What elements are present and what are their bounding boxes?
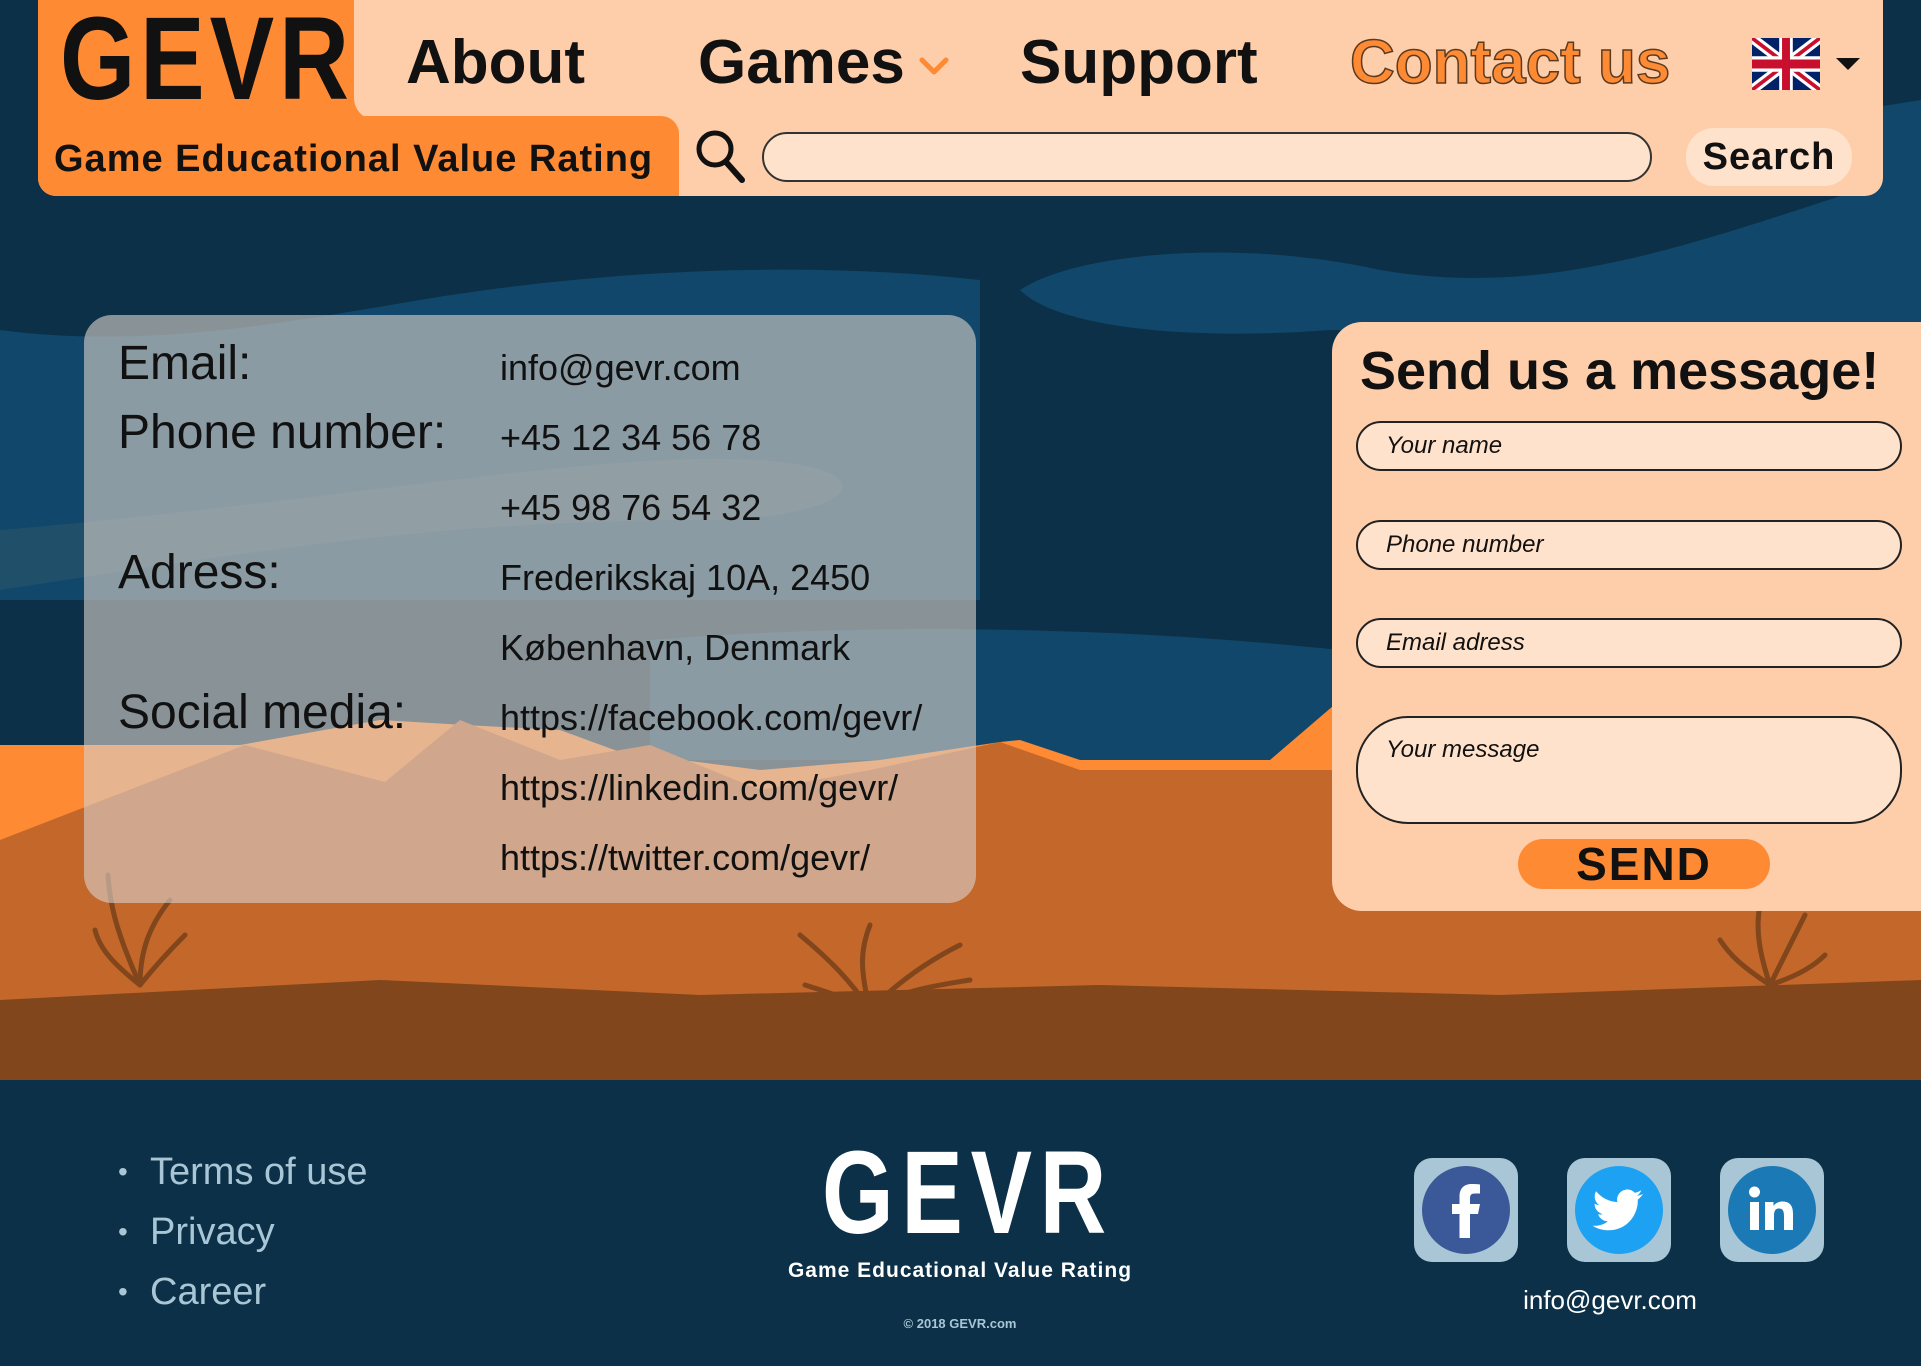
send-button[interactable]: SEND: [1518, 839, 1770, 889]
email-field[interactable]: [1356, 618, 1902, 668]
twitter-icon: [1575, 1166, 1663, 1254]
footer-link-terms[interactable]: Terms of use: [118, 1147, 367, 1197]
footer-link-privacy[interactable]: Privacy: [118, 1207, 274, 1257]
phone-value-1[interactable]: +45 12 34 56 78: [500, 413, 761, 463]
phone-label: Phone number:: [118, 406, 447, 459]
linkedin-icon: [1728, 1166, 1816, 1254]
english-flag-icon[interactable]: [1752, 38, 1820, 90]
nav-contact[interactable]: Contact us: [1349, 27, 1671, 98]
site-logo[interactable]: GEVR: [60, 0, 349, 118]
facebook-button[interactable]: [1414, 1158, 1518, 1262]
chevron-down-icon[interactable]: [918, 52, 950, 80]
search-button[interactable]: Search: [1686, 128, 1852, 186]
phone-value-2[interactable]: +45 98 76 54 32: [500, 483, 761, 533]
address-line-2: København, Denmark: [500, 627, 851, 668]
form-title: Send us a message!: [1360, 341, 1880, 401]
address-line-1: Frederikskaj 10A, 2450: [500, 557, 871, 598]
address-label: Adress:: [118, 546, 281, 599]
facebook-link[interactable]: https://facebook.com/gevr/: [500, 693, 922, 743]
footer-tagline: Game Educational Value Rating: [787, 1259, 1133, 1282]
language-caret-icon[interactable]: [1836, 56, 1860, 72]
linkedin-button[interactable]: [1720, 1158, 1824, 1262]
twitter-button[interactable]: [1567, 1158, 1671, 1262]
footer-link-career[interactable]: Career: [118, 1267, 266, 1317]
email-label: Email:: [118, 337, 252, 390]
search-icon[interactable]: [694, 128, 746, 184]
footer-copyright: © 2018 GEVR.com: [903, 1316, 1017, 1331]
social-media-label: Social media:: [118, 686, 407, 739]
name-field[interactable]: [1356, 421, 1902, 471]
footer-email[interactable]: info@gevr.com: [1500, 1280, 1720, 1320]
twitter-link[interactable]: https://twitter.com/gevr/: [500, 833, 870, 883]
linkedin-link[interactable]: https://linkedin.com/gevr/: [500, 763, 898, 813]
site-tagline: Game Educational Value Rating: [54, 138, 654, 180]
message-field[interactable]: [1356, 716, 1902, 824]
nav-support[interactable]: Support: [1020, 28, 1258, 98]
search-input[interactable]: [762, 132, 1652, 182]
nav-about[interactable]: About: [406, 28, 585, 98]
facebook-icon: [1422, 1166, 1510, 1254]
email-value[interactable]: info@gevr.com: [500, 343, 741, 393]
footer-logo[interactable]: GEVR: [822, 1134, 1106, 1252]
phone-field[interactable]: [1356, 520, 1902, 570]
nav-games[interactable]: Games: [698, 28, 905, 98]
